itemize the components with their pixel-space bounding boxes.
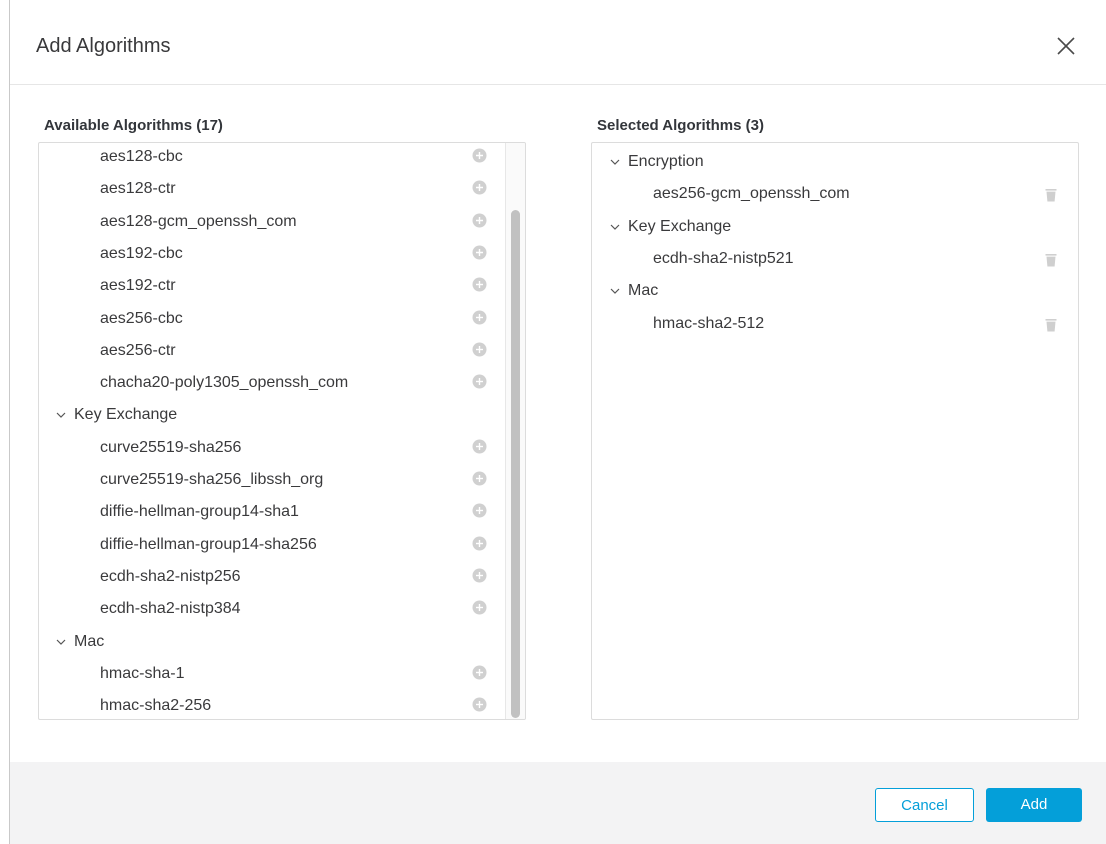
plus-circle-icon[interactable] (472, 568, 487, 583)
selected-algorithms-list: Encryption aes256-gcm_openssh_com Key Exch… (591, 142, 1079, 720)
plus-circle-icon[interactable] (472, 536, 487, 551)
algorithm-item[interactable]: aes128-gcm_openssh_com (39, 206, 505, 238)
algorithm-label: aes128-gcm_openssh_com (100, 212, 297, 230)
algorithm-item[interactable]: aes256-cbc (39, 303, 505, 335)
algorithm-label: diffie-hellman-group14-sha256 (100, 535, 317, 553)
algorithm-label: aes192-cbc (100, 244, 183, 262)
plus-circle-icon[interactable] (472, 439, 487, 454)
plus-circle-icon[interactable] (472, 310, 487, 325)
group-header[interactable]: Mac (592, 275, 1078, 307)
algorithm-label: hmac-sha-1 (100, 664, 185, 682)
group-header[interactable]: Mac (39, 626, 505, 658)
group-header[interactable]: Key Exchange (592, 211, 1078, 243)
group-header[interactable]: Encryption (592, 146, 1078, 178)
algorithm-item[interactable]: curve25519-sha256 (39, 432, 505, 464)
algorithm-label: aes256-gcm_openssh_com (653, 185, 850, 203)
plus-circle-icon[interactable] (472, 245, 487, 260)
plus-circle-icon[interactable] (472, 277, 487, 292)
plus-circle-icon[interactable] (472, 180, 487, 195)
algorithm-label: ecdh-sha2-nistp384 (100, 600, 241, 618)
scrollbar-thumb[interactable] (511, 210, 520, 718)
algorithm-label: ecdh-sha2-nistp256 (100, 567, 241, 585)
algorithm-label: aes256-cbc (100, 309, 183, 327)
algorithm-item[interactable]: aes128-cbc (39, 143, 505, 173)
group-header[interactable]: Key Exchange (39, 399, 505, 431)
plus-circle-icon[interactable] (472, 213, 487, 228)
algorithm-item[interactable]: aes192-cbc (39, 238, 505, 270)
plus-circle-icon[interactable] (472, 342, 487, 357)
algorithm-item[interactable]: chacha20-poly1305_openssh_com (39, 367, 505, 399)
plus-circle-icon[interactable] (472, 600, 487, 615)
selected-algorithms-title: Selected Algorithms (3) (597, 117, 764, 134)
algorithm-item[interactable]: hmac-sha2-256 (39, 690, 505, 719)
available-algorithms-list: aes128-cbc aes128-ctr aes128-gcm_openssh_c… (38, 142, 526, 720)
algorithm-item[interactable]: aes128-ctr (39, 173, 505, 205)
add-button[interactable]: Add (986, 788, 1082, 822)
algorithm-label: curve25519-sha256_libssh_org (100, 471, 324, 488)
algorithm-label: diffie-hellman-group14-sha1 (100, 503, 299, 521)
window-edge (9, 0, 10, 844)
algorithm-item[interactable]: diffie-hellman-group14-sha256 (39, 529, 505, 561)
algorithm-label: aes192-ctr (100, 277, 176, 295)
algorithm-item[interactable]: curve25519-sha256_libssh_org (39, 464, 505, 496)
algorithm-label: curve25519-sha256 (100, 438, 242, 456)
chevron-down-icon[interactable] (55, 409, 67, 421)
algorithm-label: aes256-ctr (100, 341, 176, 359)
algorithm-label: aes128-ctr (100, 180, 176, 198)
algorithm-label: hmac-sha2-256 (100, 697, 212, 715)
algorithm-item[interactable]: ecdh-sha2-nistp256 (39, 561, 505, 593)
chevron-down-icon[interactable] (609, 285, 621, 297)
algorithm-label: chacha20-poly1305_openssh_com (100, 374, 349, 392)
algorithm-item[interactable]: aes256-gcm_openssh_com (592, 178, 1078, 210)
plus-circle-icon[interactable] (472, 374, 487, 389)
chevron-down-icon[interactable] (609, 221, 621, 233)
algorithm-item[interactable]: ecdh-sha2-nistp521 (592, 243, 1078, 275)
available-algorithms-title: Available Algorithms (17) (44, 117, 223, 134)
dialog-title: Add Algorithms (36, 35, 171, 57)
algorithm-item[interactable]: aes192-ctr (39, 270, 505, 302)
cancel-button[interactable]: Cancel (875, 788, 974, 822)
group-label: Mac (74, 632, 105, 650)
dialog-footer: Cancel Add (10, 762, 1106, 844)
plus-circle-icon[interactable] (472, 148, 487, 163)
algorithm-item[interactable]: aes256-ctr (39, 335, 505, 367)
algorithm-label: aes128-cbc (100, 148, 183, 165)
close-button[interactable] (1052, 32, 1080, 60)
group-label: Mac (628, 282, 659, 300)
algorithm-item[interactable]: hmac-sha2-512 (592, 308, 1078, 340)
plus-circle-icon[interactable] (472, 471, 487, 486)
trash-icon[interactable] (1045, 253, 1057, 267)
scrollbar-track[interactable] (505, 143, 525, 719)
algorithm-item[interactable]: hmac-sha-1 (39, 658, 505, 690)
chevron-down-icon[interactable] (609, 156, 621, 168)
close-icon (1057, 37, 1075, 55)
group-label: Key Exchange (628, 217, 732, 235)
algorithm-label: hmac-sha2-512 (653, 314, 765, 332)
dialog-header: Add Algorithms (10, 0, 1106, 85)
algorithm-label: ecdh-sha2-nistp521 (653, 249, 794, 267)
plus-circle-icon[interactable] (472, 665, 487, 680)
group-label: Encryption (628, 153, 704, 170)
algorithm-item[interactable]: ecdh-sha2-nistp384 (39, 593, 505, 625)
chevron-down-icon[interactable] (55, 636, 67, 648)
trash-icon[interactable] (1045, 188, 1057, 202)
plus-circle-icon[interactable] (472, 697, 487, 712)
plus-circle-icon[interactable] (472, 503, 487, 518)
group-label: Key Exchange (74, 406, 178, 424)
trash-icon[interactable] (1045, 318, 1057, 332)
algorithm-item[interactable]: diffie-hellman-group14-sha1 (39, 496, 505, 528)
